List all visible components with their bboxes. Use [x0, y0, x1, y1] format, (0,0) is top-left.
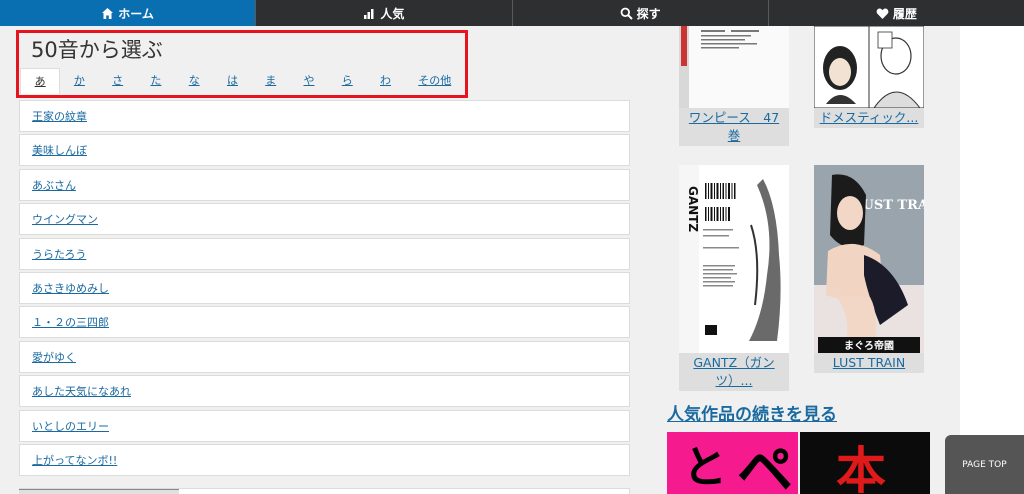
horizontal-scrollbar[interactable] [19, 489, 179, 494]
page-top-button[interactable]: PAGE TOP [945, 435, 1024, 494]
section-title: 50音から選ぶ [31, 38, 163, 62]
nav-search-label: 探す [636, 6, 661, 21]
promo-1-glyph-to: と [683, 442, 727, 493]
kana-tab-sa[interactable]: さ [99, 68, 137, 94]
gantz-spine-title: GANTZ [686, 186, 700, 232]
popular-sidebar: ワンピース 47巻 ドメスティック... GANTZ GANTZ（ガンツ）...… [640, 26, 960, 494]
book-caption[interactable]: GANTZ（ガンツ）... [679, 353, 789, 391]
promo-banner-1[interactable]: と ペ [667, 432, 798, 494]
list-item: うらたろう [19, 237, 630, 270]
kana-tab-ra[interactable]: ら [328, 68, 366, 94]
title-link[interactable]: 美味しんぼ [32, 142, 87, 158]
bar-chart-icon [363, 7, 376, 20]
kana-tab-na[interactable]: な [175, 68, 213, 94]
title-link[interactable]: あぶさん [32, 177, 76, 193]
nav-home[interactable]: ホーム [0, 0, 257, 26]
right-gutter [960, 26, 1024, 494]
kana-tab-a[interactable]: あ [20, 68, 61, 94]
title-link[interactable]: 王家の紋章 [32, 108, 87, 124]
list-item: いとしのエリー [19, 409, 630, 442]
title-link[interactable]: あした天気になあれ [32, 383, 131, 399]
nav-history-label: 履歴 [892, 6, 917, 21]
title-link[interactable]: 愛がゆく [32, 349, 76, 365]
promo-2-glyph-hon: 本 [836, 442, 886, 494]
list-item: あぶさん [19, 168, 630, 201]
kana-tab-ta[interactable]: た [137, 68, 175, 94]
list-item: ウイングマン [19, 203, 630, 236]
list-item: 愛がゆく [19, 340, 630, 373]
search-icon [620, 7, 633, 20]
title-link[interactable]: あさきゆめみし [32, 280, 109, 296]
book-card-gantz[interactable]: GANTZ GANTZ（ガンツ）... [679, 165, 789, 391]
kana-tab-wa[interactable]: わ [366, 68, 404, 94]
book-cover[interactable] [679, 26, 789, 108]
nav-history[interactable]: 履歴 [769, 0, 1024, 26]
kana-tab-ka[interactable]: か [60, 68, 98, 94]
book-cover[interactable]: GANTZ [679, 165, 789, 353]
lust-train-cover-author: まぐろ帝國 [844, 339, 894, 352]
kana-tab-ma[interactable]: ま [252, 68, 290, 94]
kana-index-panel: 50音から選ぶ あ か さ た な は ま や ら わ その他 王家の紋章 美味… [0, 26, 640, 494]
nav-home-label: ホーム [118, 6, 154, 21]
list-item: 美味しんぼ [19, 134, 630, 167]
book-card-onepiece[interactable]: ワンピース 47巻 [679, 26, 789, 146]
list-item: １・２の三四郎 [19, 306, 630, 339]
book-caption[interactable]: ワンピース 47巻 [679, 108, 789, 146]
home-icon [101, 7, 114, 20]
book-card-lust-train[interactable]: LUST TRAIN まぐろ帝國 LUST TRAIN [814, 165, 924, 373]
kana-tab-other[interactable]: その他 [405, 68, 465, 94]
nav-popular[interactable]: 人気 [256, 0, 513, 26]
kana-tab-bar: あ か さ た な は ま や ら わ その他 [20, 68, 465, 94]
book-caption[interactable]: LUST TRAIN [814, 353, 924, 373]
book-cover[interactable] [814, 26, 924, 108]
book-caption[interactable]: ドメスティック... [814, 108, 924, 128]
list-item: あさきゆめみし [19, 271, 630, 304]
promo-1-glyph-pe: ペ [737, 439, 793, 494]
list-item: あした天気になあれ [19, 375, 630, 408]
see-more-popular-link[interactable]: 人気作品の続きを見る [667, 400, 837, 425]
heart-icon [876, 7, 889, 20]
title-link[interactable]: 上がってなンボ!! [32, 452, 117, 468]
book-cover[interactable]: LUST TRAIN まぐろ帝國 [814, 165, 924, 353]
title-link[interactable]: いとしのエリー [32, 418, 109, 434]
title-link[interactable]: １・２の三四郎 [32, 314, 109, 330]
kana-tab-ya[interactable]: や [290, 68, 328, 94]
title-link[interactable]: ウイングマン [32, 211, 98, 227]
title-link[interactable]: うらたろう [32, 246, 86, 262]
list-item: 上がってなンボ!! [19, 443, 630, 476]
promo-banner-2[interactable]: 本 [800, 432, 930, 494]
title-list: 王家の紋章 美味しんぼ あぶさん ウイングマン うらたろう あさきゆめみし １・… [19, 100, 630, 478]
list-item: 王家の紋章 [19, 100, 630, 132]
top-navigation: ホーム 人気 探す 履歴 [0, 0, 1024, 26]
book-card-domestic[interactable]: ドメスティック... [814, 26, 924, 128]
kana-tab-ha[interactable]: は [213, 68, 251, 94]
nav-search[interactable]: 探す [513, 0, 769, 26]
nav-popular-label: 人気 [380, 6, 405, 21]
